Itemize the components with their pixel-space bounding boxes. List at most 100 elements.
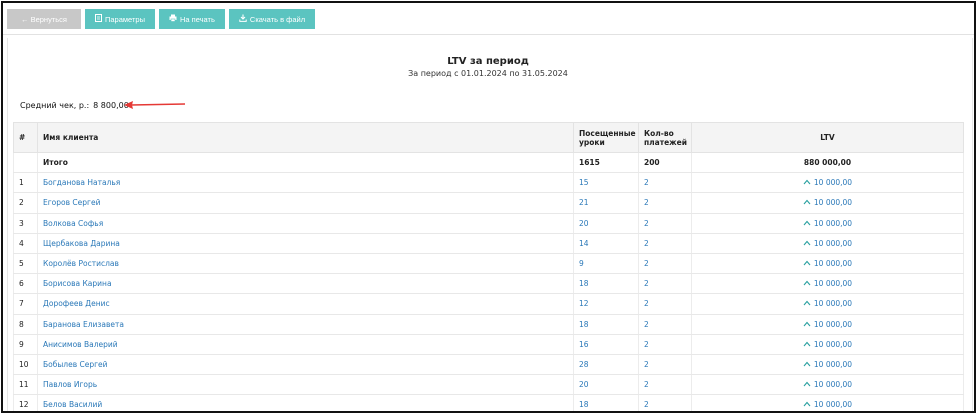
client-link[interactable]: Борисова Карина: [37, 273, 574, 295]
toolbar-divider: [3, 34, 974, 35]
lessons-link[interactable]: 20: [573, 213, 639, 234]
payments-link[interactable]: 2: [638, 253, 692, 275]
payments-link[interactable]: 2: [638, 374, 692, 396]
ltv-value: 10 000,00: [813, 178, 853, 188]
table-row: 3 Волкова Софья 20 2 10 000,00: [13, 213, 964, 234]
payments-link[interactable]: 2: [638, 172, 692, 194]
ltv-cell[interactable]: 10 000,00: [691, 293, 964, 315]
table-header-row: # Имя клиента Посещенные уроки Кол-во пл…: [13, 122, 964, 153]
payments-link[interactable]: 2: [638, 394, 692, 411]
ltv-value: 10 000,00: [813, 380, 853, 390]
ltv-table: # Имя клиента Посещенные уроки Кол-во пл…: [13, 122, 964, 411]
ltv-value: 10 000,00: [813, 238, 853, 248]
payments-link[interactable]: 2: [638, 314, 692, 335]
table-row: 11 Павлов Игорь 20 2 10 000,00: [13, 374, 964, 396]
row-num: 12: [13, 394, 38, 411]
download-button[interactable]: Скачать в файл: [228, 9, 316, 29]
row-num: 5: [13, 253, 38, 275]
download-button-label: Скачать в файл: [249, 14, 306, 24]
total-num: [13, 152, 38, 174]
row-num: 11: [13, 374, 38, 396]
document-icon: [95, 14, 102, 24]
client-link[interactable]: Павлов Игорь: [37, 374, 574, 396]
payments-link[interactable]: 2: [638, 273, 692, 295]
ltv-cell[interactable]: 10 000,00: [691, 213, 964, 234]
ltv-cell[interactable]: 10 000,00: [691, 394, 964, 411]
ltv-cell[interactable]: 10 000,00: [691, 253, 964, 275]
row-num: 7: [13, 293, 38, 315]
lessons-link[interactable]: 21: [573, 192, 639, 214]
row-num: 9: [13, 334, 38, 355]
ltv-cell[interactable]: 10 000,00: [691, 192, 964, 214]
chevron-up-icon: [803, 380, 811, 389]
ltv-cell[interactable]: 10 000,00: [691, 273, 964, 295]
lessons-link[interactable]: 18: [573, 394, 639, 411]
lessons-link[interactable]: 28: [573, 354, 639, 376]
table-row: 1 Богданова Наталья 15 2 10 000,00: [13, 172, 964, 194]
table-row: 2 Егоров Сергей 21 2 10 000,00: [13, 192, 964, 214]
payments-link[interactable]: 2: [638, 233, 692, 254]
lessons-link[interactable]: 18: [573, 273, 639, 295]
ltv-value: 10 000,00: [813, 218, 853, 228]
client-link[interactable]: Белов Василий: [37, 394, 574, 411]
ltv-cell[interactable]: 10 000,00: [691, 172, 964, 194]
ltv-cell[interactable]: 10 000,00: [691, 374, 964, 396]
payments-link[interactable]: 2: [638, 192, 692, 214]
row-num: 2: [13, 192, 38, 214]
lessons-link[interactable]: 14: [573, 233, 639, 254]
col-header-payments[interactable]: Кол-во платежей: [638, 122, 692, 153]
ltv-cell[interactable]: 10 000,00: [691, 314, 964, 335]
col-header-client[interactable]: Имя клиента: [37, 122, 574, 153]
row-num: 6: [13, 273, 38, 295]
ltv-value: 10 000,00: [813, 299, 853, 309]
chevron-up-icon: [803, 320, 811, 329]
row-num: 8: [13, 314, 38, 335]
ltv-cell[interactable]: 10 000,00: [691, 334, 964, 355]
client-link[interactable]: Щербакова Дарина: [37, 233, 574, 254]
ltv-cell[interactable]: 10 000,00: [691, 233, 964, 254]
payments-link[interactable]: 2: [638, 354, 692, 376]
client-link[interactable]: Баранова Елизавета: [37, 314, 574, 335]
ltv-cell[interactable]: 10 000,00: [691, 354, 964, 376]
col-header-lessons[interactable]: Посещенные уроки: [573, 122, 639, 153]
row-num: 10: [13, 354, 38, 376]
params-button-label: Параметры: [105, 14, 145, 24]
client-link[interactable]: Богданова Наталья: [37, 172, 574, 194]
lessons-link[interactable]: 15: [573, 172, 639, 194]
table-row: 5 Королёв Ростислав 9 2 10 000,00: [13, 253, 964, 275]
lessons-link[interactable]: 18: [573, 314, 639, 335]
client-link[interactable]: Бобылев Сергей: [37, 354, 574, 376]
row-num: 4: [13, 233, 38, 254]
col-header-ltv[interactable]: LTV: [691, 122, 964, 153]
lessons-link[interactable]: 16: [573, 334, 639, 355]
payments-link[interactable]: 2: [638, 293, 692, 315]
client-link[interactable]: Дорофеев Денис: [37, 293, 574, 315]
table-row: 8 Баранова Елизавета 18 2 10 000,00: [13, 314, 964, 335]
total-payments: 200: [638, 152, 692, 174]
table-total-row: Итого 1615 200 880 000,00: [13, 152, 964, 174]
lessons-link[interactable]: 9: [573, 253, 639, 275]
client-link[interactable]: Волкова Софья: [37, 213, 574, 234]
table-row: 7 Дорофеев Денис 12 2 10 000,00: [13, 293, 964, 315]
ltv-value: 10 000,00: [813, 400, 853, 410]
print-button[interactable]: На печать: [158, 9, 225, 29]
app-window: ← Вернуться Параметры На печать Скачать …: [1, 1, 976, 413]
lessons-link[interactable]: 12: [573, 293, 639, 315]
client-link[interactable]: Королёв Ростислав: [37, 253, 574, 275]
payments-link[interactable]: 2: [638, 213, 692, 234]
annotation-arrow-icon: [124, 101, 186, 109]
row-num: 1: [13, 172, 38, 194]
average-check-label: Средний чек, р.:: [20, 101, 90, 110]
lessons-link[interactable]: 20: [573, 374, 639, 396]
client-link[interactable]: Анисимов Валерий: [37, 334, 574, 355]
payments-link[interactable]: 2: [638, 334, 692, 355]
ltv-value: 10 000,00: [813, 259, 853, 269]
back-button[interactable]: ← Вернуться: [7, 9, 81, 29]
total-lessons: 1615: [573, 152, 639, 174]
toolbar: ← Вернуться Параметры На печать Скачать …: [7, 9, 316, 29]
params-button[interactable]: Параметры: [85, 9, 155, 29]
row-num: 3: [13, 213, 38, 234]
ltv-value: 10 000,00: [813, 319, 853, 329]
client-link[interactable]: Егоров Сергей: [37, 192, 574, 214]
chevron-up-icon: [803, 259, 811, 268]
